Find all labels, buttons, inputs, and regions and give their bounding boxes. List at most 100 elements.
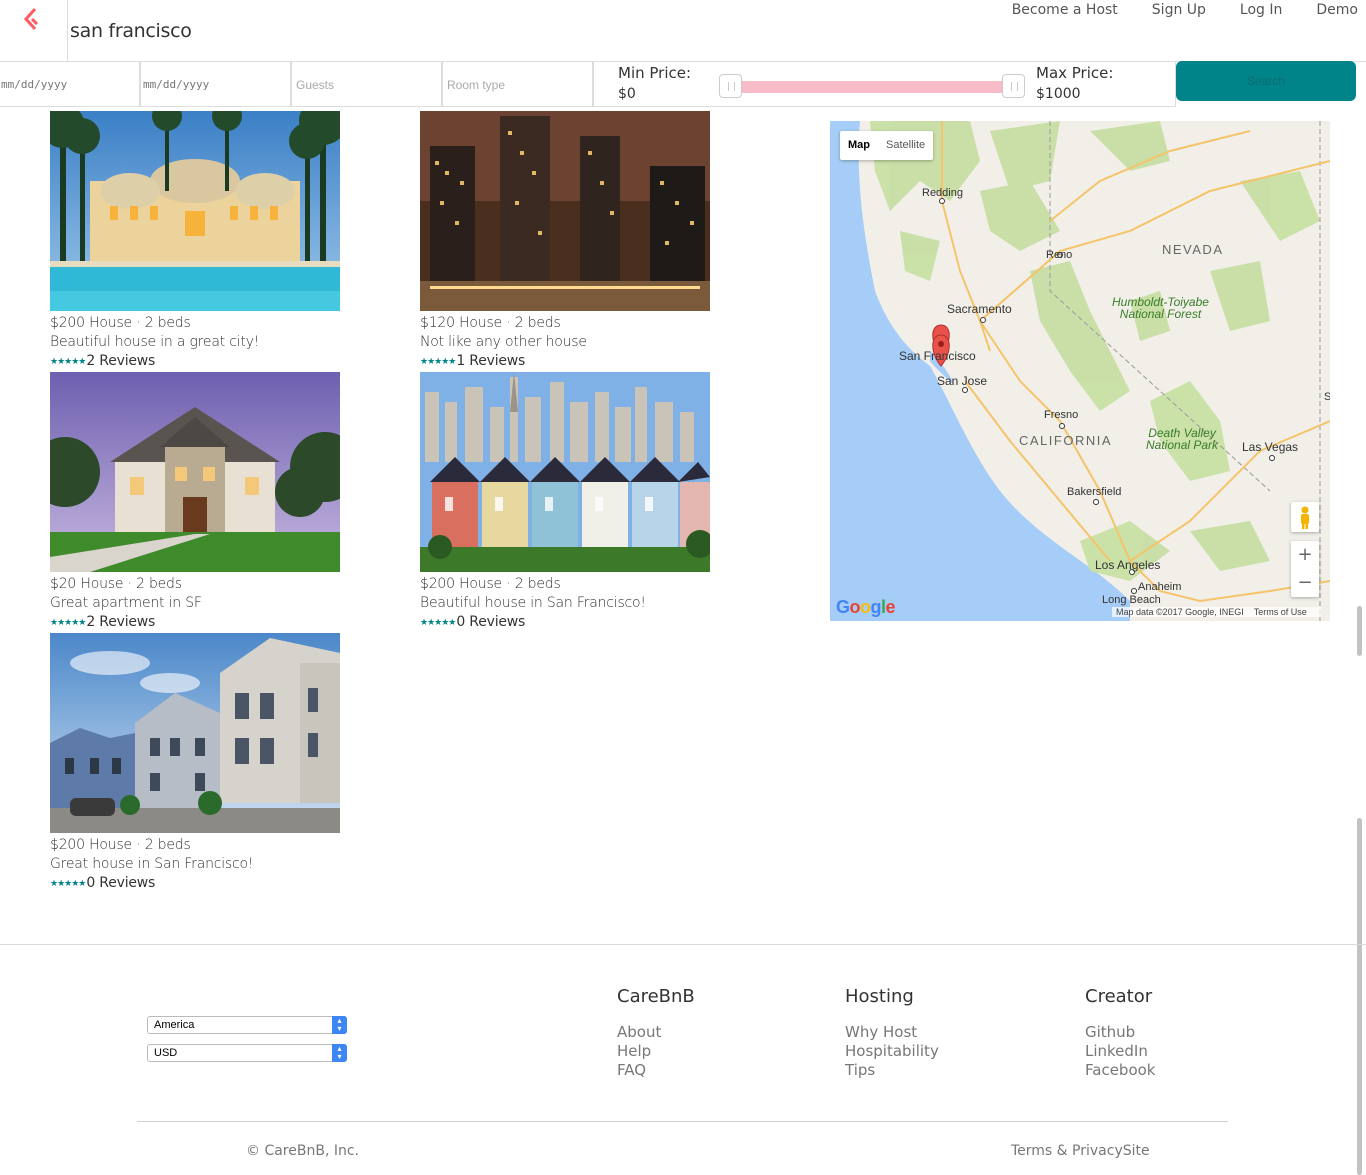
log-in-link[interactable]: Log In xyxy=(1240,2,1282,18)
map-label-nevada: NEVADA xyxy=(1162,242,1224,257)
checkout-date-input[interactable] xyxy=(141,62,290,106)
victorian-houses-photo[interactable] xyxy=(50,633,340,833)
listing-reviews: ★★★★★ 0 Reviews xyxy=(50,874,340,893)
listings-map[interactable]: Map Satellite Redding Reno NEVADA Sacram… xyxy=(830,121,1330,621)
rating-stars-icon: ★★★★★ xyxy=(50,356,86,366)
map-type-map-button[interactable]: Map xyxy=(840,131,878,160)
become-host-link[interactable]: Become a Host xyxy=(1012,2,1118,18)
review-count: 0 Reviews xyxy=(86,875,156,891)
footer-link-hospitability[interactable]: Hospitability xyxy=(845,1042,939,1061)
listing-price-type: $120 House · 2 beds xyxy=(420,315,561,331)
rating-stars-icon: ★★★★★ xyxy=(420,617,456,627)
max-price-label: Max Price: xyxy=(1036,64,1114,82)
map-label-redding: Redding xyxy=(922,187,963,199)
map-label-anaheim: Anaheim xyxy=(1138,581,1182,593)
min-price-label: Min Price: xyxy=(618,64,692,82)
footer-link-tips[interactable]: Tips xyxy=(845,1061,939,1080)
terms-privacy-link[interactable]: Terms & PrivacySite xyxy=(1011,1143,1150,1159)
currency-select[interactable]: USD ▴ ▾ xyxy=(147,1044,347,1062)
map-label-death-valley: Death Valley National Park xyxy=(1146,427,1218,451)
price-slider-track[interactable] xyxy=(724,81,1014,93)
carebnb-logo-icon xyxy=(23,7,39,31)
listing-price-type: $200 House · 2 beds xyxy=(50,315,191,331)
footer-link-why-host[interactable]: Why Host xyxy=(845,1023,939,1042)
map-terrain xyxy=(830,121,1330,621)
listing-card[interactable]: $20 House · 2 beds Great apartment in SF… xyxy=(50,372,340,632)
filter-bar: Min Price: $0 Max Price: $1000 Search xyxy=(0,61,1366,107)
map-label-humboldt: Humboldt-Toiyabe National Forest xyxy=(1112,296,1209,320)
listing-price-type: $200 House · 2 beds xyxy=(50,837,191,853)
footer-link-help[interactable]: Help xyxy=(617,1042,695,1061)
listing-title: Great house in San Francisco! xyxy=(50,856,254,872)
review-count: 1 Reviews xyxy=(456,353,526,369)
footer-link-linkedin[interactable]: LinkedIn xyxy=(1085,1042,1155,1061)
max-price-value: $1000 xyxy=(1036,86,1081,102)
listing-card[interactable]: $120 House · 2 beds Not like any other h… xyxy=(420,111,710,371)
country-select[interactable]: America ▴ ▾ xyxy=(147,1016,347,1034)
footer-column-title: Hosting xyxy=(845,986,914,1007)
listing-card[interactable]: $200 House · 2 beds Beautiful house in S… xyxy=(420,372,710,632)
street-view-pegman[interactable] xyxy=(1291,502,1319,532)
zoom-controls: + − xyxy=(1291,541,1319,597)
listing-price-type: $20 House · 2 beds xyxy=(50,576,182,592)
currency-select-value: USD xyxy=(154,1047,178,1059)
listing-price-type: $200 House · 2 beds xyxy=(420,576,561,592)
map-data-attribution: Map data ©2017 Google, INEGI xyxy=(1116,607,1244,617)
map-label-las-vegas: Las Vegas xyxy=(1242,440,1299,454)
footer-link-about[interactable]: About xyxy=(617,1023,695,1042)
review-count: 2 Reviews xyxy=(86,614,156,630)
rating-stars-icon: ★★★★★ xyxy=(420,356,456,366)
map-label-reno: Reno xyxy=(1046,249,1073,261)
map-label-bakersfield: Bakersfield xyxy=(1067,486,1122,498)
demo-link[interactable]: Demo xyxy=(1316,2,1358,18)
map-label-california: CALIFORNIA xyxy=(1019,433,1113,448)
listing-reviews: ★★★★★ 0 Reviews xyxy=(420,613,710,632)
checkout-cell xyxy=(140,62,291,107)
stone-house-photo[interactable] xyxy=(50,372,340,572)
map-type-toggle: Map Satellite xyxy=(840,131,934,160)
footer-column-hosting: Hosting Why Host Hospitability Tips xyxy=(845,986,939,1080)
city-night-skyline-photo[interactable] xyxy=(420,111,710,311)
footer-link-facebook[interactable]: Facebook xyxy=(1085,1061,1155,1080)
price-range: Min Price: $0 Max Price: $1000 xyxy=(593,62,1176,107)
resort-pool-photo[interactable] xyxy=(50,111,340,311)
scrollbar-thumb[interactable] xyxy=(1357,818,1362,1175)
map-label-san-jose: San Jose xyxy=(937,374,988,388)
guests-input[interactable] xyxy=(292,62,441,106)
review-count: 2 Reviews xyxy=(86,353,156,369)
review-count: 0 Reviews xyxy=(456,614,526,630)
footer-link-faq[interactable]: FAQ xyxy=(617,1061,695,1080)
rating-stars-icon: ★★★★★ xyxy=(50,878,86,888)
max-price-handle[interactable] xyxy=(1002,74,1025,98)
zoom-in-button[interactable]: + xyxy=(1291,541,1319,569)
checkin-cell xyxy=(0,62,140,107)
checkin-date-input[interactable] xyxy=(0,62,139,106)
room-type-input[interactable] xyxy=(443,62,592,106)
search-button[interactable]: Search xyxy=(1176,61,1356,101)
footer-link-github[interactable]: Github xyxy=(1085,1023,1155,1042)
google-logo: Google xyxy=(836,597,896,617)
painted-ladies-photo[interactable] xyxy=(420,372,710,572)
map-label-edge: S xyxy=(1324,391,1330,403)
search-location-text[interactable]: san francisco xyxy=(70,20,192,42)
copyright-text: © CareBnB, Inc. xyxy=(246,1143,359,1159)
map-attribution: Map data ©2017 Google, INEGI Terms of Use xyxy=(1112,607,1321,617)
map-type-satellite-button[interactable]: Satellite xyxy=(878,131,933,160)
select-chevron-icon: ▴ ▾ xyxy=(332,1016,347,1034)
footer-column-carebnb: CareBnB About Help FAQ xyxy=(617,986,695,1080)
map-label-long-beach: Long Beach xyxy=(1102,594,1161,606)
map-label-humboldt-line2: National Forest xyxy=(1119,307,1202,321)
footer-column-title: Creator xyxy=(1085,986,1153,1007)
min-price-handle[interactable] xyxy=(719,74,742,98)
map-terms-link[interactable]: Terms of Use xyxy=(1254,607,1307,617)
pegman-icon xyxy=(1301,506,1309,529)
map-label-fresno: Fresno xyxy=(1044,409,1079,421)
sign-up-link[interactable]: Sign Up xyxy=(1152,2,1206,18)
logo[interactable] xyxy=(0,0,68,61)
scrollbar-thumb[interactable] xyxy=(1357,606,1362,656)
listing-card[interactable]: $200 House · 2 beds Great house in San F… xyxy=(50,633,340,893)
zoom-out-button[interactable]: − xyxy=(1291,569,1319,597)
listing-title: Beautiful house in a great city! xyxy=(50,334,260,350)
rating-stars-icon: ★★★★★ xyxy=(50,617,86,627)
listing-card[interactable]: $200 House · 2 beds Beautiful house in a… xyxy=(50,111,340,371)
